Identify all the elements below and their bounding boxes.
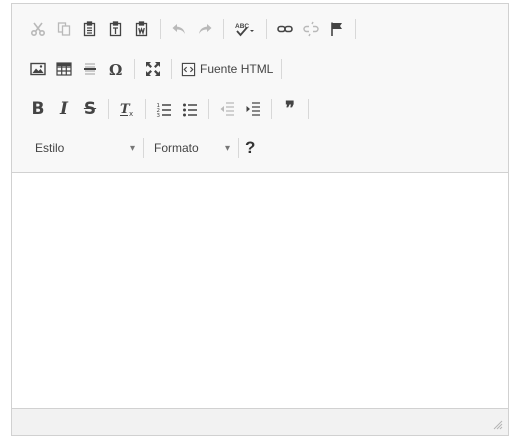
- editor-content-area[interactable]: [12, 173, 508, 411]
- list-group: 123: [151, 95, 203, 123]
- basic-styles-group: B I S: [25, 95, 103, 123]
- help-icon[interactable]: ?: [239, 138, 261, 158]
- source-label: Fuente HTML: [200, 62, 274, 76]
- toolbar-row-formatting: B I S Tx 123 ❞: [12, 93, 508, 125]
- toolbar-separator: [355, 19, 356, 39]
- toolbar-separator: [134, 59, 135, 79]
- tools-group: [140, 55, 166, 83]
- remove-format-icon: Tx: [120, 102, 133, 117]
- image-button[interactable]: [26, 57, 50, 81]
- spellcheck-icon: ABC: [235, 23, 254, 37]
- italic-button[interactable]: I: [52, 97, 76, 121]
- chevron-down-icon: ▾: [129, 142, 135, 154]
- image-icon: [30, 62, 46, 76]
- toolbar-separator: [108, 99, 109, 119]
- bold-button[interactable]: B: [26, 97, 50, 121]
- editor-status-bar: [12, 408, 508, 435]
- maximize-icon: [146, 62, 160, 76]
- link-button[interactable]: [273, 17, 297, 41]
- undo-icon: [172, 24, 185, 34]
- toolbar-separator: [281, 59, 283, 79]
- insert-group: Ω: [25, 55, 129, 83]
- source-icon: [180, 61, 196, 77]
- svg-text:x: x: [129, 110, 133, 117]
- table-icon: [56, 62, 72, 76]
- block-group: ❞: [277, 95, 303, 123]
- source-button[interactable]: Fuente HTML: [177, 57, 276, 81]
- toolbar-row-styles: Estilo ▾ Formato ▾ ?: [12, 132, 508, 164]
- chevron-down-icon: ▾: [224, 142, 230, 154]
- toolbar-separator: [145, 99, 146, 119]
- remove-format-group: Tx: [114, 95, 140, 123]
- special-char-icon: Ω: [109, 61, 122, 77]
- toolbar-separator: [308, 99, 309, 119]
- toolbar-separator: [171, 59, 172, 79]
- bulleted-list-button[interactable]: [178, 97, 202, 121]
- source-group: Fuente HTML: [177, 55, 276, 83]
- paste-icon: [83, 21, 96, 37]
- indent-group: [214, 95, 266, 123]
- remove-format-button[interactable]: Tx: [115, 97, 139, 121]
- toolbar-row-clipboard: ABC: [12, 13, 508, 45]
- paste-text-button[interactable]: [104, 17, 128, 41]
- blockquote-icon: ❞: [285, 98, 295, 119]
- unlink-icon: [303, 21, 319, 37]
- copy-icon: [57, 22, 71, 36]
- style-combo-label: Estilo: [35, 141, 65, 155]
- numbered-list-icon: 123: [157, 103, 171, 117]
- link-group: [272, 15, 350, 43]
- format-combo[interactable]: Formato ▾: [144, 135, 238, 161]
- strike-icon: S: [83, 99, 97, 119]
- paste-word-icon: [135, 21, 148, 37]
- horizontal-rule-icon: [84, 63, 96, 75]
- toolbar-separator: [160, 19, 161, 39]
- toolbar-separator: [208, 99, 209, 119]
- svg-text:Ω: Ω: [109, 61, 122, 77]
- help-group: ?: [239, 134, 261, 162]
- paste-word-button[interactable]: [130, 17, 154, 41]
- resize-handle-icon[interactable]: [493, 420, 503, 430]
- unlink-button[interactable]: [299, 17, 323, 41]
- cut-button[interactable]: [26, 17, 50, 41]
- bold-icon: B: [31, 99, 45, 119]
- svg-text:3: 3: [157, 113, 161, 117]
- indent-button[interactable]: [241, 97, 265, 121]
- outdent-icon: [220, 102, 234, 116]
- cut-icon: [30, 22, 46, 37]
- indent-icon: [246, 102, 260, 116]
- numbered-list-button[interactable]: 123: [152, 97, 176, 121]
- strike-button[interactable]: S: [78, 97, 102, 121]
- table-button[interactable]: [52, 57, 76, 81]
- toolbar-separator: [271, 99, 272, 119]
- rich-text-editor: ABC Ω Fuente HTML B I S T x 1 2 3 ❞ Esti…: [11, 3, 509, 436]
- special-char-button[interactable]: Ω: [104, 57, 128, 81]
- paste-button[interactable]: [78, 17, 102, 41]
- clipboard-group: [25, 15, 155, 43]
- paste-text-icon: [109, 21, 122, 37]
- toolbar-separator: [266, 19, 267, 39]
- format-combo-label: Formato: [154, 141, 199, 155]
- maximize-button[interactable]: [141, 57, 165, 81]
- horizontal-rule-button[interactable]: [78, 57, 102, 81]
- undo-button[interactable]: [167, 17, 191, 41]
- outdent-button[interactable]: [215, 97, 239, 121]
- toolbar-row-insert: Ω Fuente HTML: [12, 53, 508, 85]
- copy-button[interactable]: [52, 17, 76, 41]
- editor-toolbar: ABC Ω Fuente HTML B I S T x 1 2 3 ❞ Esti…: [12, 4, 508, 173]
- redo-button[interactable]: [193, 17, 217, 41]
- link-icon: [277, 25, 293, 33]
- style-combo[interactable]: Estilo ▾: [25, 135, 143, 161]
- spellcheck-button[interactable]: ABC: [230, 17, 260, 41]
- redo-icon: [199, 24, 212, 34]
- anchor-button[interactable]: [325, 17, 349, 41]
- italic-icon: I: [60, 99, 68, 119]
- svg-text:ABC: ABC: [235, 23, 249, 30]
- undo-group: [166, 15, 218, 43]
- anchor-icon: [331, 22, 342, 36]
- spellcheck-group: ABC: [229, 15, 261, 43]
- toolbar-separator: [223, 19, 224, 39]
- blockquote-button[interactable]: ❞: [278, 97, 302, 121]
- bulleted-list-icon: [183, 103, 197, 117]
